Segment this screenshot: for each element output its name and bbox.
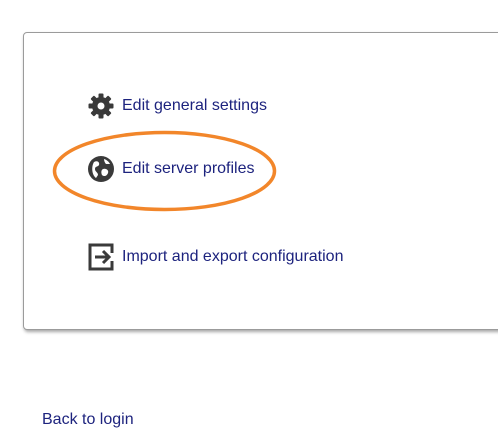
edit-general-settings-label: Edit general settings [122, 97, 267, 114]
globe-icon [86, 154, 116, 184]
edit-general-settings-link[interactable]: Edit general settings [86, 91, 267, 121]
import-export-icon [86, 242, 116, 272]
back-to-login-link[interactable]: Back to login [42, 412, 134, 428]
edit-server-profiles-link[interactable]: Edit server profiles [86, 154, 255, 184]
import-export-configuration-link[interactable]: Import and export configuration [86, 242, 343, 272]
import-export-configuration-label: Import and export configuration [122, 248, 344, 265]
gear-icon [86, 91, 116, 121]
edit-server-profiles-label: Edit server profiles [122, 160, 255, 177]
